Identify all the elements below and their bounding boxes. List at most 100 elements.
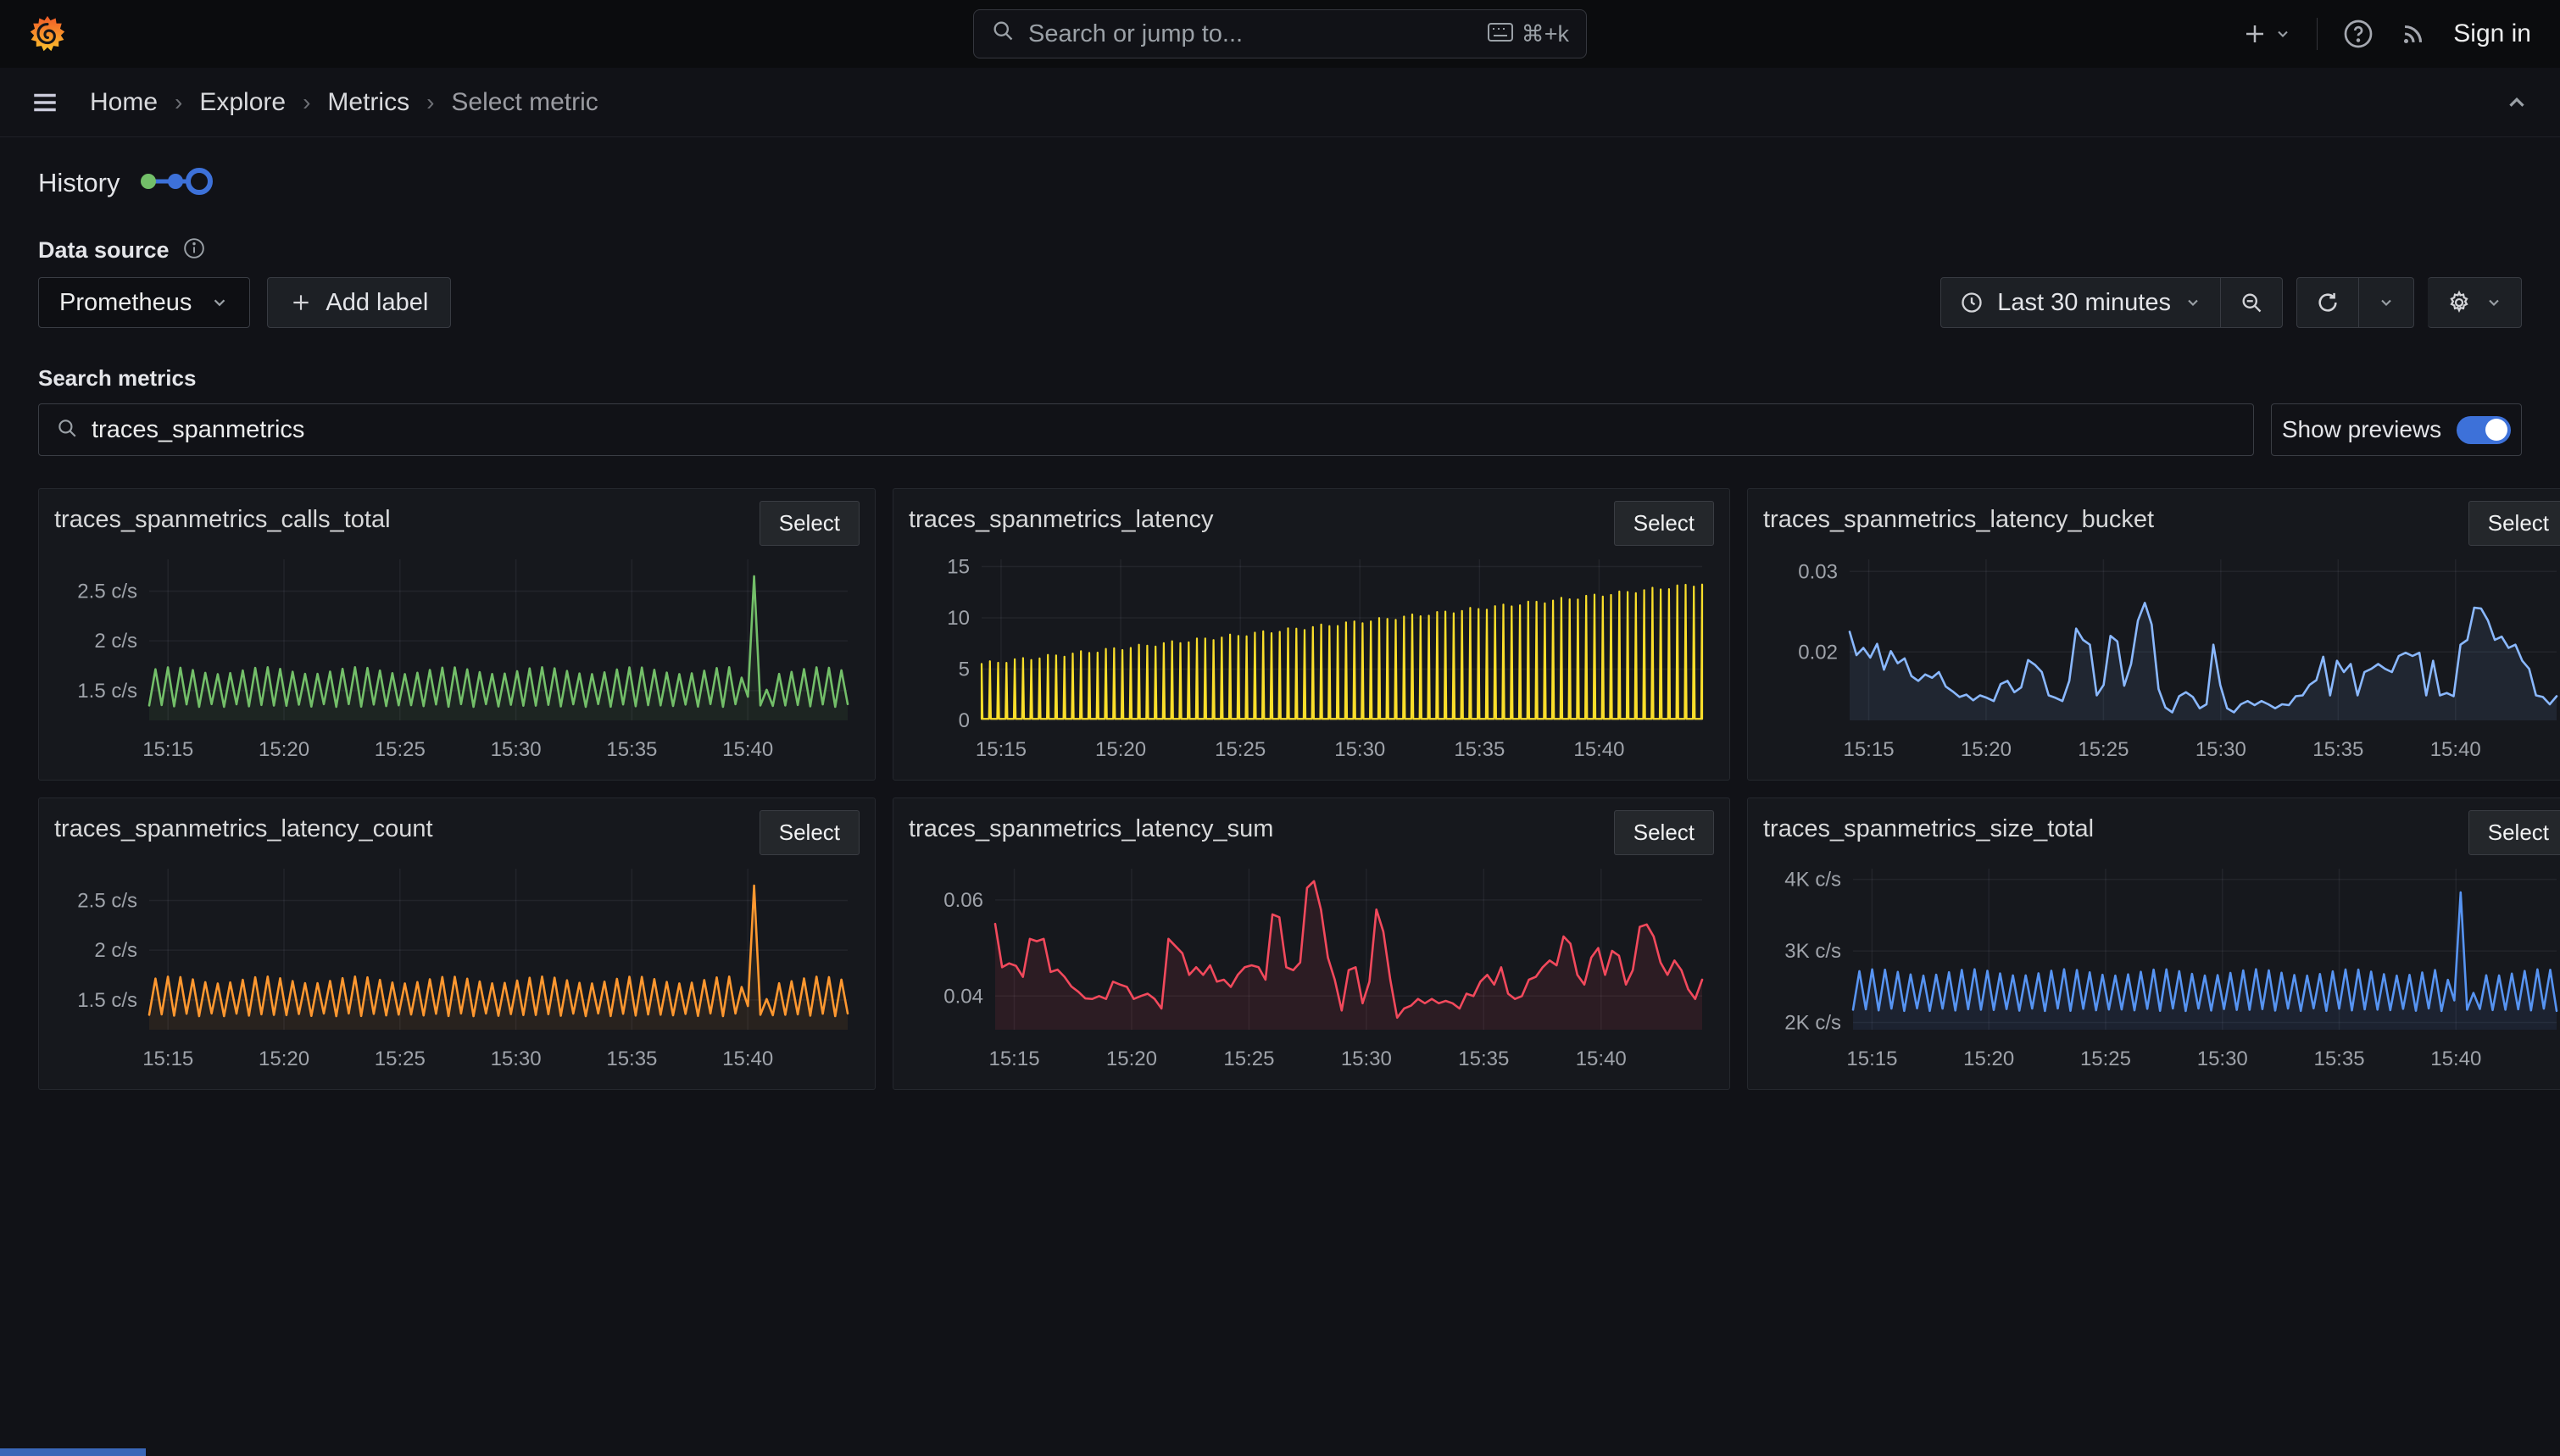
zoom-out-button[interactable] [2221,277,2283,328]
chevron-down-icon [2378,294,2395,311]
keyboard-shortcut: ⌘+k [1488,21,1569,47]
metric-panel: traces_spanmetrics_latency_sumSelect0.04… [893,797,1730,1090]
metric-preview-chart: 05101515:1515:2015:2515:3015:3515:40 [909,547,1714,764]
svg-text:2.5 c/s: 2.5 c/s [77,890,137,913]
svg-text:15:25: 15:25 [1223,1048,1274,1070]
time-range-picker[interactable]: Last 30 minutes [1940,277,2221,328]
metric-panel-title: traces_spanmetrics_size_total [1763,810,2094,843]
keyboard-icon [1488,21,1513,47]
select-metric-button[interactable]: Select [760,501,860,546]
svg-text:15:40: 15:40 [2430,738,2481,761]
svg-text:0.03: 0.03 [1798,560,1838,583]
collapse-chevron-up-icon[interactable] [2504,90,2529,115]
svg-text:15:25: 15:25 [375,738,426,761]
breadcrumb-explore[interactable]: Explore [199,88,286,117]
bottom-edge-artifact [0,1448,146,1456]
metric-panels-grid: traces_spanmetrics_calls_total Select 1.5 … [38,488,2522,1090]
svg-text:15:15: 15:15 [1846,1048,1897,1070]
svg-text:15:40: 15:40 [722,1048,773,1070]
svg-text:15:40: 15:40 [1576,1048,1627,1070]
metric-panel: traces_spanmetrics_latency_bucket Select 0… [1747,488,2560,781]
svg-text:15:35: 15:35 [2313,1048,2364,1070]
top-navigation-bar: Search or jump to... ⌘+k Sign in [0,0,2560,68]
global-search-input[interactable]: Search or jump to... ⌘+k [973,9,1587,58]
svg-text:15:15: 15:15 [1843,738,1894,761]
chevron-down-icon [2485,294,2502,311]
metrics-search-field[interactable] [38,403,2254,456]
info-icon[interactable] [183,237,205,264]
svg-text:15:15: 15:15 [142,738,193,761]
help-icon[interactable] [2343,19,2374,49]
time-range-label: Last 30 minutes [1997,289,2171,317]
svg-text:15:35: 15:35 [606,1048,657,1070]
show-previews-control: Show previews [2271,403,2522,456]
select-metric-button[interactable]: Select [2468,810,2560,855]
sign-in-button[interactable]: Sign in [2453,19,2531,48]
zoom-out-icon [2240,291,2263,314]
breadcrumb-home[interactable]: Home [90,88,158,117]
search-metrics-label: Search metrics [38,365,2522,392]
svg-text:15:25: 15:25 [375,1048,426,1070]
add-new-button[interactable] [2242,21,2291,47]
svg-text:10: 10 [947,607,970,630]
svg-text:15:35: 15:35 [1454,738,1505,761]
add-label-text: Add label [326,289,428,317]
svg-text:15:30: 15:30 [1334,738,1385,761]
svg-text:15:20: 15:20 [1963,1048,2014,1070]
metric-panel-title: traces_spanmetrics_calls_total [54,501,391,534]
history-timeline-icon[interactable] [138,163,216,204]
metric-preview-chart: 0.020.0315:1515:2015:2515:3015:3515:40 [1763,547,2560,764]
add-label-button[interactable]: Add label [267,277,451,328]
svg-text:15:30: 15:30 [2197,1048,2248,1070]
metric-panel-title: traces_spanmetrics_latency_bucket [1763,501,2154,534]
breadcrumb-bar: Home › Explore › Metrics › Select metric [0,68,2560,137]
svg-text:15:20: 15:20 [1961,738,2012,761]
metrics-search-input[interactable] [92,416,2236,444]
data-source-label: Data source [38,237,170,264]
breadcrumb-metrics[interactable]: Metrics [327,88,409,117]
metric-panel-title: traces_spanmetrics_latency_count [54,810,433,843]
menu-toggle-icon[interactable] [31,88,59,117]
svg-text:15:35: 15:35 [606,738,657,761]
refresh-interval-dropdown[interactable] [2359,277,2414,328]
svg-text:1.5 c/s: 1.5 c/s [77,989,137,1012]
svg-text:15:35: 15:35 [2312,738,2363,761]
select-metric-button[interactable]: Select [2468,501,2560,546]
svg-text:0.04: 0.04 [943,985,983,1008]
explore-metrics-content: History Data source Prometheus Add label [0,137,2560,1090]
svg-text:15:30: 15:30 [491,1048,542,1070]
news-rss-icon[interactable] [2399,19,2428,48]
data-source-value: Prometheus [59,289,192,317]
history-label: History [38,168,120,198]
shortcut-label: ⌘+k [1522,21,1569,47]
data-source-picker[interactable]: Prometheus [38,277,250,328]
svg-text:15:20: 15:20 [259,738,309,761]
settings-button[interactable] [2428,277,2522,328]
svg-text:3K c/s: 3K c/s [1784,940,1841,963]
refresh-group [2296,277,2414,328]
svg-text:0.06: 0.06 [943,889,983,912]
svg-text:15:15: 15:15 [142,1048,193,1070]
select-metric-button[interactable]: Select [1614,810,1714,855]
svg-text:2 c/s: 2 c/s [94,939,137,962]
svg-text:15:20: 15:20 [1095,738,1146,761]
toggle-knob [2485,419,2507,441]
plus-icon [290,292,312,314]
select-metric-button[interactable]: Select [760,810,860,855]
show-previews-toggle[interactable] [2457,416,2511,444]
search-icon [991,19,1015,49]
metric-preview-chart: 1.5 c/s2 c/s2.5 c/s15:1515:2015:2515:301… [54,547,860,764]
refresh-button[interactable] [2296,277,2359,328]
breadcrumb-separator: › [426,89,434,116]
svg-text:4K c/s: 4K c/s [1784,869,1841,892]
metric-panel-title: traces_spanmetrics_latency [909,501,1213,534]
select-metric-button[interactable]: Select [1614,501,1714,546]
search-icon [56,417,78,443]
metric-panel: traces_spanmetrics_calls_totalSelect1.5 … [38,488,876,781]
svg-text:15:30: 15:30 [491,738,542,761]
svg-text:15:40: 15:40 [2430,1048,2481,1070]
grafana-logo[interactable] [29,15,66,53]
breadcrumb-select-metric: Select metric [451,88,598,117]
svg-text:15:40: 15:40 [722,738,773,761]
svg-text:2.5 c/s: 2.5 c/s [77,581,137,603]
